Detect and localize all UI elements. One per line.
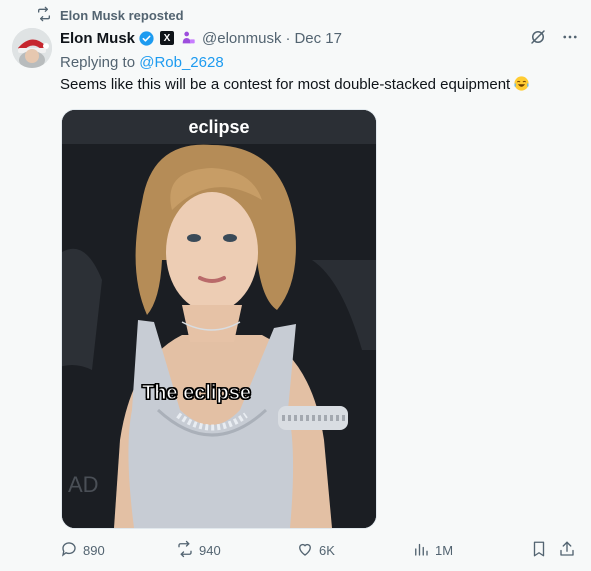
tweet[interactable]: Elon Musk reposted Elon Musk X @elonmusk…: [0, 0, 591, 571]
laughing-tears-emoji-icon: [513, 75, 530, 92]
replying-to-prefix: Replying to: [60, 54, 136, 71]
tweet-content: Elon Musk X @elonmusk · Dec 17 Replying …: [60, 28, 579, 95]
repost-indicator[interactable]: Elon Musk reposted: [36, 6, 184, 24]
bookmark-button[interactable]: [530, 540, 548, 561]
bookmark-icon: [530, 540, 548, 561]
verified-badge-icon[interactable]: [138, 30, 155, 47]
like-button[interactable]: 6K: [296, 540, 335, 561]
reply-icon: [60, 540, 78, 561]
repost-icon: [36, 6, 52, 25]
action-bar: 890 940 6K 1M: [60, 538, 579, 562]
reply-button[interactable]: 890: [60, 540, 105, 561]
more-options-icon[interactable]: [561, 28, 579, 50]
grok-icon[interactable]: [529, 28, 547, 50]
post-date[interactable]: Dec 17: [294, 30, 342, 47]
post-body: Seems like this will be a contest for mo…: [60, 76, 511, 93]
avatar[interactable]: [12, 28, 52, 68]
post-image[interactable]: AD kel eclipse The eclipse: [61, 109, 377, 529]
replying-to: Replying to @Rob_2628: [60, 54, 579, 71]
like-count: 6K: [319, 542, 335, 558]
repost-label: Elon Musk reposted: [60, 7, 184, 23]
author-name[interactable]: Elon Musk: [60, 30, 135, 47]
separator-dot: ·: [285, 29, 291, 47]
repost-button[interactable]: 940: [176, 540, 221, 561]
heart-icon: [296, 540, 314, 561]
x-affiliation-badge[interactable]: X: [160, 31, 175, 45]
meme-caption: The eclipse: [142, 382, 252, 405]
views-count: 1M: [435, 542, 454, 558]
tweet-header: Elon Musk X @elonmusk · Dec 17: [60, 28, 579, 48]
share-button[interactable]: [558, 540, 576, 561]
repost-count: 940: [199, 542, 221, 558]
repost-action-icon: [176, 540, 194, 561]
reply-count: 890: [83, 542, 105, 558]
author-handle[interactable]: @elonmusk: [202, 30, 281, 47]
views-button[interactable]: 1M: [412, 540, 453, 561]
views-chart-icon: [412, 540, 430, 561]
svg-text:AD: AD: [68, 472, 99, 497]
header-actions: [529, 28, 579, 50]
meme-top-text: eclipse: [62, 110, 376, 144]
affiliate-person-icon[interactable]: [180, 30, 196, 46]
reply-mention-link[interactable]: @Rob_2628: [139, 54, 223, 71]
post-text: Seems like this will be a contest for mo…: [60, 75, 579, 95]
share-icon: [558, 540, 576, 561]
